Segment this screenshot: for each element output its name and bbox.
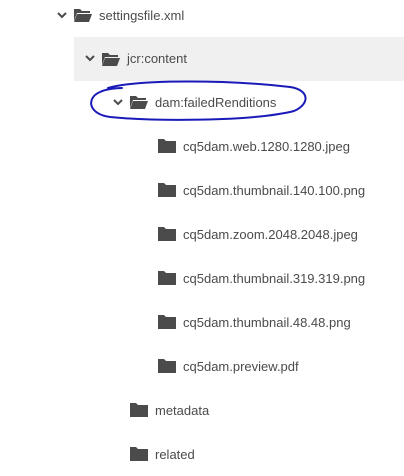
tree-node-label: dam:failedRenditions (155, 95, 277, 110)
tree-node-metadata[interactable]: metadata (0, 388, 404, 432)
folder-open-icon (74, 7, 92, 22)
folder-open-icon (102, 51, 120, 66)
tree-node-rendition[interactable]: cq5dam.zoom.2048.2048.jpeg (0, 212, 404, 256)
folder-icon (158, 270, 176, 285)
repository-tree: settingsfile.xml jcr:content dam:failedR… (0, 0, 404, 474)
tree-node-label: cq5dam.thumbnail.48.48.png (183, 315, 351, 330)
chevron-down-icon[interactable] (56, 9, 68, 21)
tree-node-rendition[interactable]: cq5dam.preview.pdf (0, 344, 404, 388)
tree-node-rendition[interactable]: cq5dam.thumbnail.140.100.png (0, 168, 404, 212)
tree-node-label: metadata (155, 403, 210, 418)
tree-node-settingsfile[interactable]: settingsfile.xml (0, 0, 404, 37)
tree-node-label: cq5dam.thumbnail.140.100.png (183, 183, 366, 198)
folder-open-icon (130, 94, 148, 109)
folder-icon (130, 402, 148, 417)
tree-node-label: cq5dam.zoom.2048.2048.jpeg (183, 227, 358, 242)
chevron-down-icon[interactable] (84, 52, 96, 64)
tree-node-label: jcr:content (127, 51, 187, 66)
tree-node-related[interactable]: related (0, 432, 404, 476)
tree-node-jcr-content[interactable]: jcr:content (74, 37, 404, 81)
tree-node-rendition[interactable]: cq5dam.thumbnail.319.319.png (0, 256, 404, 300)
tree-node-rendition[interactable]: cq5dam.web.1280.1280.jpeg (0, 124, 404, 168)
folder-icon (130, 446, 148, 461)
folder-icon (158, 138, 176, 153)
tree-node-label: cq5dam.thumbnail.319.319.png (183, 271, 366, 286)
folder-icon (158, 358, 176, 373)
folder-icon (158, 182, 176, 197)
tree-node-rendition[interactable]: cq5dam.thumbnail.48.48.png (0, 300, 404, 344)
folder-icon (158, 314, 176, 329)
tree-node-label: cq5dam.web.1280.1280.jpeg (183, 139, 350, 154)
tree-node-label: related (155, 447, 195, 462)
chevron-down-icon[interactable] (112, 96, 124, 108)
tree-node-failed-renditions[interactable]: dam:failedRenditions (0, 80, 404, 124)
tree-node-label: cq5dam.preview.pdf (183, 359, 299, 374)
tree-node-label: settingsfile.xml (99, 8, 185, 23)
folder-icon (158, 226, 176, 241)
